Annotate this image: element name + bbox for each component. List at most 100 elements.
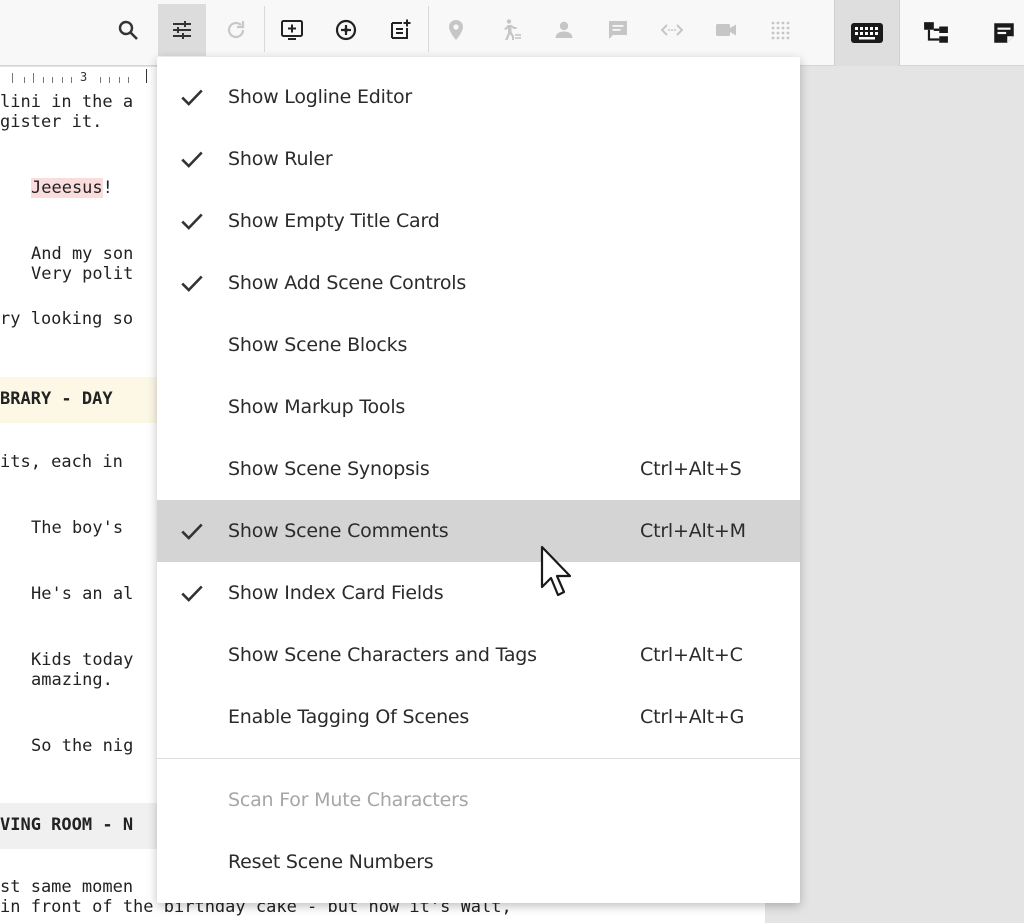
script-line-dialogue: Jeeesus! xyxy=(31,178,113,198)
ruler-tick xyxy=(62,77,63,83)
search-icon xyxy=(118,20,138,40)
menu-item-show-scene-synopsis[interactable]: Show Scene Synopsis Ctrl+Alt+S xyxy=(157,438,800,500)
scene-heading-text: VING ROOM - N xyxy=(0,815,134,835)
menu-item-show-index-card-fields[interactable]: Show Index Card Fields xyxy=(157,562,800,624)
menu-item-shortcut: Ctrl+Alt+C xyxy=(640,644,743,666)
menu-item-shortcut: Ctrl+Alt+G xyxy=(640,706,745,728)
ruler: 3 xyxy=(0,69,160,85)
keyboard-icon xyxy=(851,23,883,43)
menu-item-label: Show Index Card Fields xyxy=(228,582,444,604)
grid-button[interactable] xyxy=(756,4,804,56)
script-line: Very polit xyxy=(31,264,134,284)
check-icon xyxy=(181,89,203,106)
menu-item-show-ruler[interactable]: Show Ruler xyxy=(157,128,800,190)
scene-heading[interactable]: VING ROOM - N xyxy=(0,803,160,849)
menu-item-show-scene-characters-and-tags[interactable]: Show Scene Characters and Tags Ctrl+Alt+… xyxy=(157,624,800,686)
menu-item-label: Enable Tagging Of Scenes xyxy=(228,706,470,728)
menu-item-label: Show Scene Comments xyxy=(228,520,449,542)
hierarchy-icon xyxy=(924,22,948,43)
menu-divider xyxy=(157,758,800,759)
character-button[interactable] xyxy=(540,4,588,56)
ruler-number: 3 xyxy=(80,70,88,84)
add-note-button[interactable] xyxy=(376,4,424,56)
add-circle-icon xyxy=(335,19,357,41)
menu-item-shortcut: Ctrl+Alt+S xyxy=(640,458,742,480)
menu-item-show-scene-blocks[interactable]: Show Scene Blocks xyxy=(157,314,800,376)
menu-item-show-empty-title-card[interactable]: Show Empty Title Card xyxy=(157,190,800,252)
menu-item-show-scene-comments[interactable]: Show Scene Comments Ctrl+Alt+M xyxy=(157,500,800,562)
ruler-tick xyxy=(12,73,13,83)
ruler-tick xyxy=(24,77,25,83)
menu-item-show-markup-tools[interactable]: Show Markup Tools xyxy=(157,376,800,438)
code-arrows-icon xyxy=(660,24,684,36)
note-icon xyxy=(994,23,1014,43)
script-line: st same momen xyxy=(0,877,134,897)
ruler-tick xyxy=(52,77,53,83)
action-button[interactable] xyxy=(486,4,534,56)
ruler-tick xyxy=(43,77,44,83)
script-line: amazing. xyxy=(31,670,113,690)
check-icon xyxy=(181,585,203,602)
ruler-tick xyxy=(71,77,72,83)
script-line: lini in the a xyxy=(0,92,134,112)
chat-bubble-icon xyxy=(609,21,627,39)
menu-item-scan-for-mute-characters: Scan For Mute Characters xyxy=(157,769,800,831)
menu-item-enable-tagging-of-scenes[interactable]: Enable Tagging Of Scenes Ctrl+Alt+G xyxy=(157,686,800,748)
redo-button[interactable] xyxy=(212,4,260,56)
shot-button[interactable] xyxy=(702,4,750,56)
search-button[interactable] xyxy=(104,4,152,56)
scene-heading[interactable]: BRARY - DAY xyxy=(0,377,160,423)
menu-item-show-logline-editor[interactable]: Show Logline Editor xyxy=(157,66,800,128)
script-line: its, each in xyxy=(0,452,123,472)
menu-item-show-add-scene-controls[interactable]: Show Add Scene Controls xyxy=(157,252,800,314)
menu-item-label: Show Markup Tools xyxy=(228,396,406,418)
script-line: ry looking so xyxy=(0,309,134,329)
scene-heading-text: BRARY - DAY xyxy=(0,389,113,409)
location-button[interactable] xyxy=(432,4,480,56)
transition-button[interactable] xyxy=(648,4,696,56)
script-line: And my son xyxy=(31,244,134,264)
menu-item-label: Show Empty Title Card xyxy=(228,210,440,232)
toolbar-separator xyxy=(264,6,265,52)
toolbar-separator xyxy=(428,6,429,52)
script-line: He's an al xyxy=(31,584,134,604)
ruler-margin-marker xyxy=(146,69,147,83)
script-line: The boy's xyxy=(31,518,124,538)
menu-item-label: Show Logline Editor xyxy=(228,86,413,108)
ruler-tick xyxy=(33,73,34,83)
mouse-cursor-icon xyxy=(540,545,572,597)
ruler-tick xyxy=(128,77,129,83)
keyboard-button[interactable] xyxy=(834,0,900,66)
check-icon xyxy=(181,275,203,292)
walking-person-icon xyxy=(504,19,521,40)
spelling-highlight[interactable]: Jeeesus xyxy=(31,178,103,198)
dialogue-punctuation: ! xyxy=(102,178,113,198)
video-camera-icon xyxy=(716,24,736,36)
location-pin-icon xyxy=(449,20,463,40)
ruler-tick xyxy=(119,77,120,83)
script-line: Kids today xyxy=(31,650,134,670)
view-options-menu: Show Logline Editor Show Ruler Show Empt… xyxy=(157,57,800,903)
dialogue-button[interactable] xyxy=(594,4,642,56)
ruler-tick xyxy=(109,77,110,83)
check-icon xyxy=(181,213,203,230)
menu-item-shortcut: Ctrl+Alt+M xyxy=(640,520,746,542)
menu-item-label: Show Ruler xyxy=(228,148,333,170)
person-icon xyxy=(555,21,573,38)
menu-item-reset-scene-numbers[interactable]: Reset Scene Numbers xyxy=(157,831,800,893)
notes-button[interactable] xyxy=(971,0,1024,66)
menu-item-label: Show Scene Characters and Tags xyxy=(228,644,537,666)
redo-icon xyxy=(227,21,245,39)
add-circle-button[interactable] xyxy=(322,4,370,56)
menu-item-label: Scan For Mute Characters xyxy=(228,789,469,811)
sliders-icon xyxy=(173,21,191,39)
add-note-icon xyxy=(391,19,411,39)
add-screen-button[interactable] xyxy=(268,4,316,56)
ruler-tick xyxy=(100,77,101,83)
menu-item-label: Show Add Scene Controls xyxy=(228,272,467,294)
outline-button[interactable] xyxy=(903,0,969,66)
script-line: So the nig xyxy=(31,736,134,756)
grid-dots-icon xyxy=(771,21,790,40)
add-screen-icon xyxy=(281,20,303,40)
settings-button[interactable] xyxy=(158,4,206,56)
